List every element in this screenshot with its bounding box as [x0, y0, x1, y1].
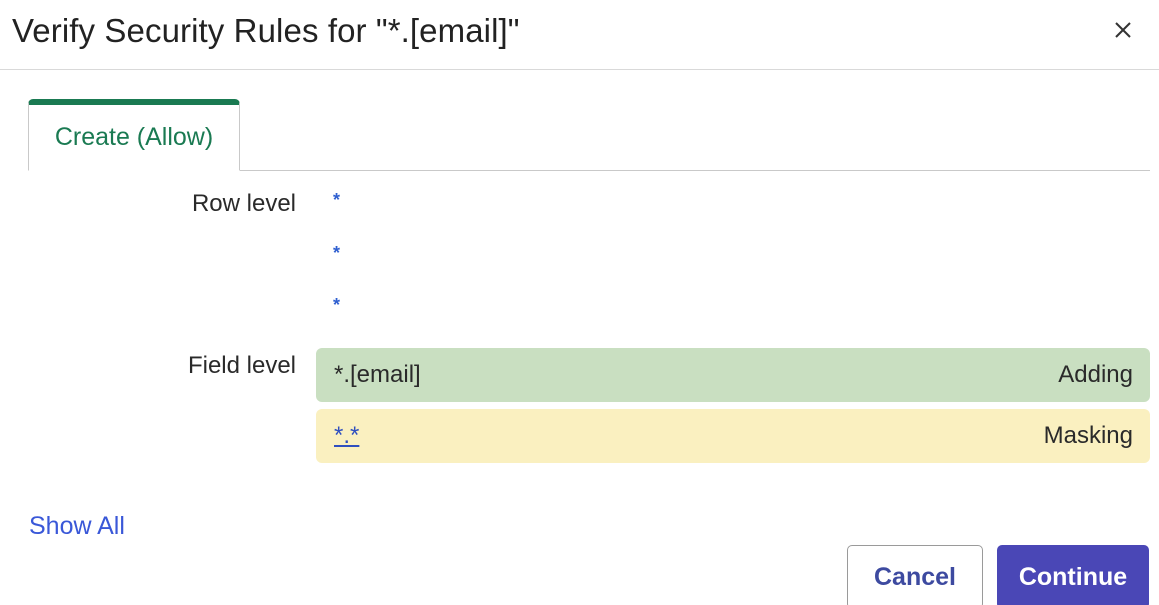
continue-button[interactable]: Continue: [997, 545, 1149, 605]
field-rule-link[interactable]: *.*: [334, 422, 359, 450]
show-all-link[interactable]: Show All: [29, 512, 125, 541]
tab-bar: Create (Allow): [28, 99, 1150, 171]
row-level-entry: *: [333, 295, 341, 315]
field-level-label: Field level: [187, 352, 296, 379]
field-rule-status: Adding: [1058, 361, 1133, 388]
close-button[interactable]: [1108, 15, 1138, 45]
dialog-header: Verify Security Rules for "*.[email]": [0, 0, 1159, 70]
field-rule-row-adding: *.[email] Adding: [316, 348, 1150, 402]
cancel-button[interactable]: Cancel: [847, 545, 983, 605]
field-rule-status: Masking: [1043, 422, 1133, 449]
verify-security-rules-dialog: Verify Security Rules for "*.[email]" Cr…: [0, 0, 1159, 605]
tab-create-allow[interactable]: Create (Allow): [28, 99, 240, 171]
tab-label: Create (Allow): [54, 123, 214, 151]
close-icon: [1115, 22, 1131, 38]
row-level-label: Row level: [191, 190, 296, 217]
row-level-entry: *: [333, 190, 341, 210]
field-rule-name: *.[email]: [334, 361, 421, 388]
row-level-entry: *: [333, 243, 341, 263]
field-rule-row-masking: *.* Masking: [316, 409, 1150, 463]
dialog-title: Verify Security Rules for "*.[email]": [12, 12, 520, 49]
